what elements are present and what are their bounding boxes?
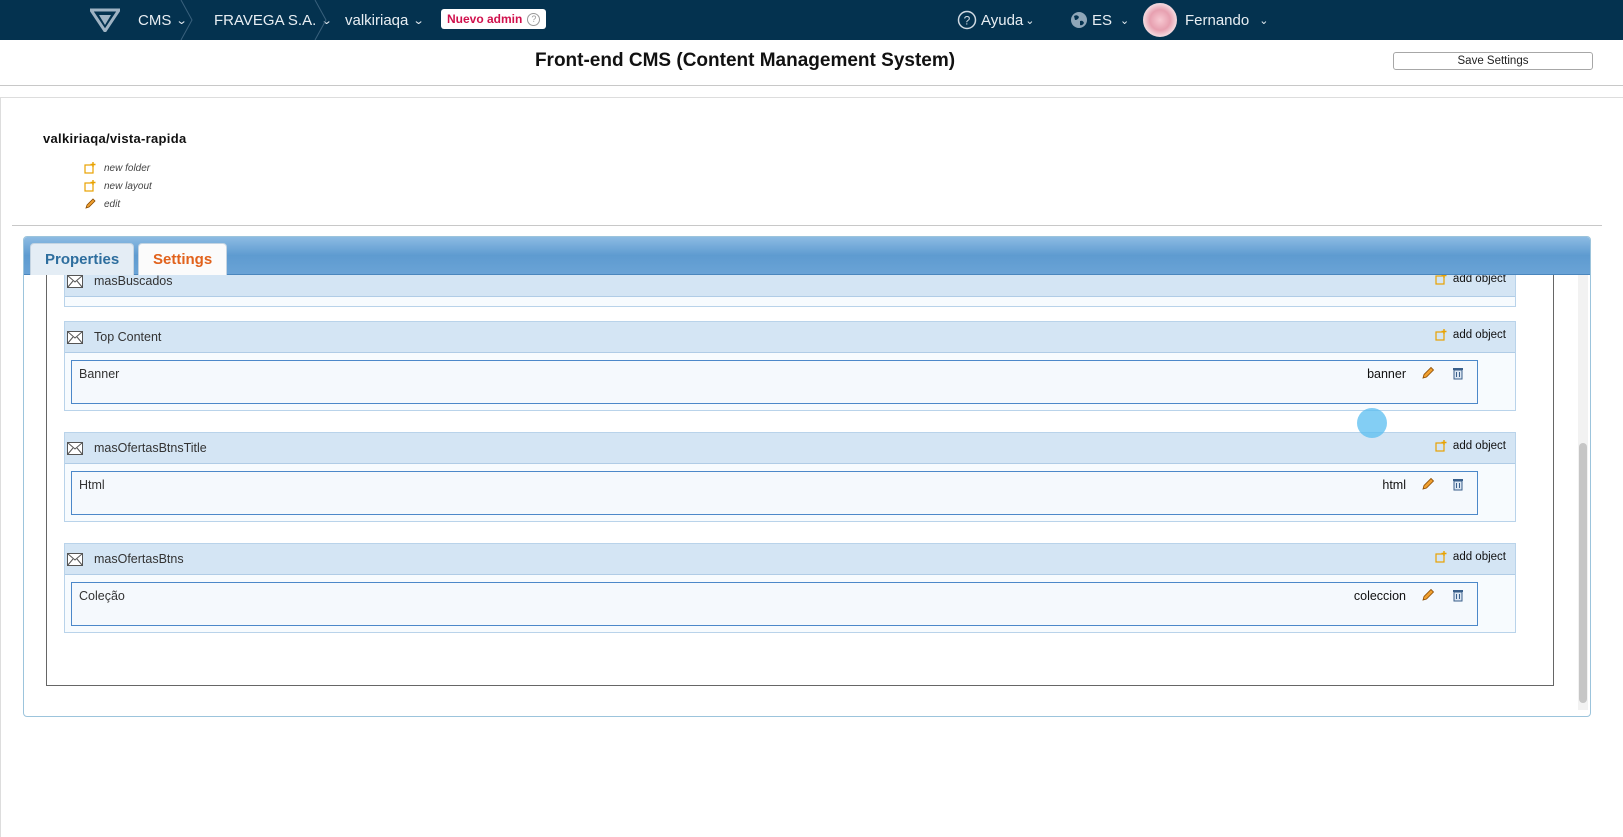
nav-language-label: ES [1092,11,1113,29]
nav-help[interactable]: ? Ayuda ⌄ [957,0,1034,40]
edit-label: edit [104,198,121,210]
trash-icon[interactable] [1451,477,1465,491]
envelope-icon[interactable] [67,275,83,288]
section-top-content: Top Content add object Banner banner [64,321,1516,411]
new-admin-badge[interactable]: Nuevo admin ? [441,9,547,29]
save-settings-button[interactable]: Save Settings [1393,52,1593,70]
add-object-button[interactable]: add object [1435,551,1506,563]
section-name: masBuscados [94,275,173,288]
section-header: masOfertasBtns add object [65,544,1515,575]
tab-settings[interactable]: Settings [138,243,228,275]
top-navbar: CMS ⌄ FRAVEGA S.A. ⌄ valkiriaqa ⌄ Nuevo … [0,0,1623,40]
envelope-icon[interactable] [67,442,83,455]
add-icon [1435,440,1447,452]
globe-icon [1071,12,1087,28]
section-header: Top Content add object [65,322,1515,353]
add-object-label: add object [1452,440,1506,452]
nav-user-label: Fernando [1185,11,1250,29]
add-icon [84,180,96,192]
cursor-indicator [1357,408,1387,438]
item-name: Html [79,478,105,492]
add-object-button[interactable]: add object [1435,440,1506,452]
folder-path: valkiriaqa/vista-rapida [43,131,187,146]
trash-icon[interactable] [1451,588,1465,602]
section-masBuscados: masBuscados add object [64,275,1516,307]
breadcrumb-separator [180,0,193,40]
nav-cms-label: CMS [138,11,172,29]
new-folder-link[interactable]: new folder [84,162,150,174]
add-icon [1435,551,1447,563]
item-name: Coleção [79,589,125,603]
add-object-label: add object [1452,551,1506,563]
layout-sections: masBuscados add object Top Content add o… [46,275,1554,686]
list-item[interactable]: Coleção coleccion [71,582,1478,626]
page-title: Front-end CMS (Content Management System… [534,50,956,71]
tab-properties[interactable]: Properties [30,243,135,275]
pencil-icon[interactable] [1421,366,1435,380]
pencil-icon[interactable] [1421,588,1435,602]
section-mas-ofertas-btns-title: masOfertasBtnsTitle add object Html html [64,432,1516,522]
section-name: masOfertasBtnsTitle [94,441,207,455]
logo-icon[interactable] [90,8,120,32]
list-item[interactable]: Banner banner [71,360,1478,404]
nav-user[interactable]: Fernando ⌄ [1143,0,1268,40]
item-type: banner [1367,367,1406,381]
item-type: html [1382,478,1406,492]
nav-help-label: Ayuda [981,11,1024,29]
svg-text:?: ? [964,14,971,28]
add-icon [1435,329,1447,341]
trash-icon[interactable] [1451,366,1465,380]
new-layout-link[interactable]: new layout [84,180,152,192]
new-layout-label: new layout [104,180,152,192]
section-name: Top Content [94,330,162,344]
new-folder-label: new folder [104,162,151,174]
section-header: masBuscados add object [65,275,1515,297]
nav-store-label: valkiriaqa [345,11,409,29]
add-object-label: add object [1452,275,1506,285]
breadcrumb-separator [314,0,327,40]
chevron-down-icon: ⌄ [1259,14,1269,27]
divider [12,225,1602,226]
pencil-icon [85,198,96,209]
item-name: Banner [79,367,120,381]
help-icon: ? [527,12,541,26]
add-object-label: add object [1452,329,1506,341]
scrollbar-thumb[interactable] [1579,443,1587,703]
envelope-icon[interactable] [67,553,83,566]
chevron-down-icon: ⌄ [412,14,425,27]
chevron-down-icon: ⌄ [1025,14,1035,27]
add-icon [84,162,96,174]
new-admin-label: Nuevo admin [447,12,523,26]
edit-link[interactable]: edit [84,198,120,210]
nav-language[interactable]: ES ⌄ [1070,0,1129,40]
avatar [1143,3,1177,37]
list-item[interactable]: Html html [71,471,1478,515]
pencil-icon[interactable] [1421,477,1435,491]
settings-panel: Properties Settings masBuscados add obje… [23,236,1591,717]
item-type: coleccion [1353,589,1406,603]
section-mas-ofertas-btns: masOfertasBtns add object Coleção colecc… [64,543,1516,633]
add-object-button[interactable]: add object [1435,329,1506,341]
tab-bar: Properties Settings [24,237,1590,275]
add-object-button[interactable]: add object [1435,275,1506,285]
section-header: masOfertasBtnsTitle add object [65,433,1515,464]
nav-company-label: FRAVEGA S.A. [214,11,317,29]
envelope-icon[interactable] [67,331,83,344]
add-icon [1435,275,1447,285]
help-icon: ? [957,10,977,30]
chevron-down-icon: ⌄ [1120,14,1130,27]
section-name: masOfertasBtns [94,552,184,566]
nav-store[interactable]: valkiriaqa ⌄ [345,0,425,40]
title-bar: Front-end CMS (Content Management System… [0,40,1623,86]
